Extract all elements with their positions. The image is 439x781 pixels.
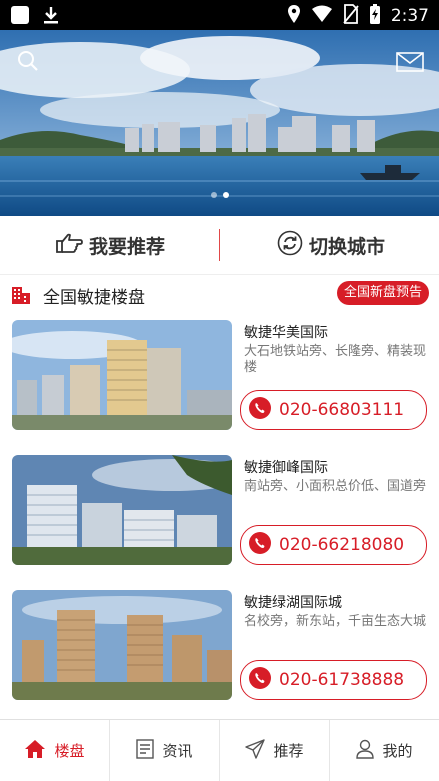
no-sim-icon	[343, 4, 359, 28]
document-icon	[136, 738, 155, 763]
tab-profile[interactable]: 我的	[330, 720, 439, 781]
phone-number: 020-66803111	[279, 400, 405, 420]
search-icon[interactable]	[17, 50, 39, 72]
user-icon	[356, 739, 375, 763]
property-name: 敏捷御峰国际	[244, 460, 328, 476]
property-name: 敏捷华美国际	[244, 325, 328, 341]
phone-number: 020-66218080	[279, 535, 405, 555]
app-notification-icon	[10, 5, 30, 29]
tab-label: 推荐	[273, 742, 304, 760]
banner-image	[0, 30, 439, 216]
home-icon	[24, 739, 46, 763]
property-name: 敏捷绿湖国际城	[244, 595, 342, 611]
phone-icon	[249, 667, 271, 693]
refresh-icon	[277, 230, 303, 261]
tab-label: 资讯	[162, 742, 193, 760]
property-image	[12, 320, 232, 430]
banner-carousel[interactable]	[0, 30, 439, 216]
tab-recommend[interactable]: 推荐	[220, 720, 330, 781]
hand-pointing-icon	[55, 231, 83, 260]
location-icon	[287, 4, 301, 28]
recommend-label: 我要推荐	[89, 235, 166, 258]
tab-properties[interactable]: 楼盘	[0, 720, 110, 781]
property-description: 南站旁、小面积总价低、国道旁	[244, 479, 427, 494]
switch-city-label: 切换城市	[309, 235, 386, 258]
tab-label: 楼盘	[54, 742, 85, 760]
property-item[interactable]: 敏捷御峰国际 南站旁、小面积总价低、国道旁 020-66218080	[0, 449, 439, 585]
call-button[interactable]: 020-61738888	[240, 660, 427, 700]
tab-news[interactable]: 资讯	[110, 720, 220, 781]
action-divider	[219, 229, 220, 261]
property-description: 大石地铁站旁、长隆旁、精装现楼	[244, 344, 427, 375]
switch-city-button[interactable]: 切换城市	[277, 216, 385, 274]
bottom-tab-bar: 楼盘 资讯 推荐 我的	[0, 719, 439, 781]
action-row: 我要推荐 切换城市	[0, 216, 439, 275]
building-icon	[11, 286, 31, 308]
property-description: 名校旁，新东站，千亩生态大城	[244, 614, 427, 629]
section-header: 全国敏捷楼盘 全国新盘预告	[0, 274, 439, 314]
carousel-dot[interactable]	[210, 192, 217, 198]
property-image	[12, 455, 232, 565]
download-icon	[42, 5, 60, 29]
new-listing-preview-button[interactable]: 全国新盘预告	[336, 281, 429, 305]
call-button[interactable]: 020-66803111	[240, 390, 427, 430]
property-item[interactable]: 敏捷华美国际 大石地铁站旁、长隆旁、精装现楼 020-66803111	[0, 314, 439, 450]
status-bar: 2:37	[0, 0, 439, 30]
carousel-indicator	[0, 192, 439, 198]
property-item[interactable]: 敏捷绿湖国际城 名校旁，新东站，千亩生态大城 020-61738888	[0, 584, 439, 720]
section-title: 全国敏捷楼盘	[43, 288, 145, 308]
phone-icon	[249, 397, 271, 423]
carousel-dot-active[interactable]	[222, 192, 229, 198]
phone-icon	[249, 532, 271, 558]
call-button[interactable]: 020-66218080	[240, 525, 427, 565]
send-icon	[245, 738, 266, 763]
tab-label: 我的	[382, 742, 413, 760]
battery-charging-icon	[369, 4, 381, 28]
mail-icon[interactable]	[396, 52, 424, 72]
wifi-icon	[311, 5, 333, 27]
recommend-button[interactable]: 我要推荐	[55, 216, 165, 274]
clock: 2:37	[390, 6, 429, 26]
phone-number: 020-61738888	[279, 670, 405, 690]
property-image	[12, 590, 232, 700]
